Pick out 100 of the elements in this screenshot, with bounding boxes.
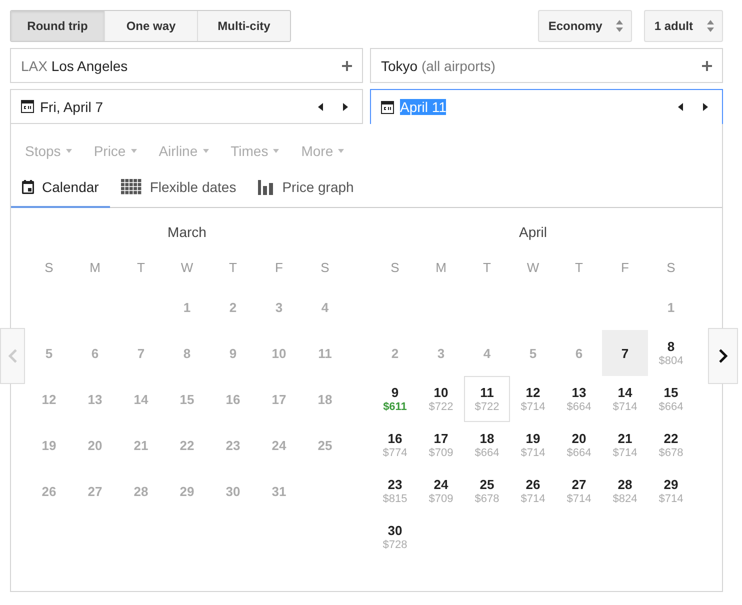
- date-fare-cell[interactable]: 8 $804: [648, 330, 694, 376]
- day-number: 1: [667, 300, 675, 314]
- weekday-label: T: [137, 260, 145, 274]
- date-fare-cell[interactable]: 16 $774: [372, 422, 418, 468]
- date-fare-cell[interactable]: 18 $664: [464, 422, 510, 468]
- day-number: 25: [318, 438, 332, 452]
- weekday-label: W: [180, 260, 194, 274]
- day-number: 6: [575, 346, 583, 360]
- date-fare-cell[interactable]: 22 $678: [648, 422, 694, 468]
- weekday-label: T: [229, 260, 237, 274]
- weekday-label: S: [390, 260, 400, 274]
- weekday-label: W: [526, 260, 540, 274]
- day-number: 29: [180, 484, 194, 498]
- date-fare-cell[interactable]: 19 $714: [510, 422, 556, 468]
- day-number: 18: [318, 392, 332, 406]
- plus-icon[interactable]: [702, 60, 712, 70]
- weekday-label: S: [44, 260, 54, 274]
- day-number: 31: [272, 484, 286, 498]
- day-number: 21: [134, 438, 148, 452]
- date-fare-cell[interactable]: 29 $714: [648, 468, 694, 514]
- day-number: 19: [42, 438, 56, 452]
- day-number: 22: [180, 438, 194, 452]
- view-tab[interactable]: Price graph: [247, 168, 365, 208]
- day-number: 15: [180, 392, 194, 406]
- date-fare-cell[interactable]: 23 $815: [372, 468, 418, 514]
- destination-field[interactable]: Tokyo (all airports): [370, 48, 723, 83]
- date-fare-cell[interactable]: 27 $714: [556, 468, 602, 514]
- date-fare-cell[interactable]: 30 $728: [372, 514, 418, 560]
- day-number: 14: [134, 392, 148, 406]
- departure-date-cell[interactable]: 7: [602, 330, 648, 376]
- day-number: 13: [88, 392, 102, 406]
- date-fare-cell[interactable]: 12 $714: [510, 376, 556, 422]
- weekday-label: F: [621, 260, 629, 274]
- date-fare-cell[interactable]: 24 $709: [418, 468, 464, 514]
- view-tab[interactable]: Flexible dates: [110, 168, 248, 208]
- day-number: 16: [226, 392, 240, 406]
- weekday-label: T: [575, 260, 583, 274]
- day-number: 10: [272, 346, 286, 360]
- up-down-arrows-icon: [616, 20, 624, 32]
- weekday-label: F: [275, 260, 283, 274]
- date-fare-cell[interactable]: 20 $664: [556, 422, 602, 468]
- day-number: 11: [318, 346, 332, 360]
- day-number: 17: [272, 392, 286, 406]
- date-fare-cell[interactable]: 21 $714: [602, 422, 648, 468]
- cabin-class-dropdown[interactable]: Economy: [538, 10, 632, 42]
- date-fare-cell[interactable]: 10 $722: [418, 376, 464, 422]
- calendar-icon: [21, 100, 34, 113]
- passengers-dropdown[interactable]: 1 adult: [644, 10, 723, 42]
- date-fare-cell[interactable]: 15 $664: [648, 376, 694, 422]
- bar-chart-icon: [258, 180, 274, 194]
- day-number: 20: [88, 438, 102, 452]
- month-title: March: [166, 224, 208, 242]
- day-number: 2: [229, 300, 237, 314]
- next-month-button[interactable]: [708, 328, 738, 384]
- calendar-icon: [381, 100, 394, 114]
- day-number: 3: [437, 346, 445, 360]
- trip-type-tab[interactable]: Multi-city: [197, 11, 290, 41]
- day-number: 4: [321, 300, 329, 314]
- day-number: 1: [183, 300, 191, 314]
- weekday-label: S: [320, 260, 330, 274]
- date-fare-cell[interactable]: 28 $824: [602, 468, 648, 514]
- chevron-left-icon: [8, 349, 17, 363]
- right-arrow-icon[interactable]: [342, 102, 348, 110]
- day-number: 4: [483, 346, 491, 360]
- origin-field[interactable]: LAX Los Angeles: [10, 48, 363, 83]
- left-arrow-icon[interactable]: [678, 103, 684, 111]
- date-fare-cell[interactable]: 26 $714: [510, 468, 556, 514]
- return-date-cell[interactable]: 11 $722: [464, 376, 510, 422]
- day-number: 8: [183, 346, 191, 360]
- trip-type-tab[interactable]: Round trip: [11, 11, 104, 41]
- right-arrow-icon[interactable]: [702, 103, 708, 111]
- weekday-label: T: [483, 260, 491, 274]
- day-number: 5: [529, 346, 537, 360]
- up-down-arrows-icon: [707, 20, 714, 32]
- day-number: 9: [229, 346, 237, 360]
- day-number: 6: [91, 346, 99, 360]
- date-fare-cell[interactable]: 25 $678: [464, 468, 510, 514]
- date-fare-cell[interactable]: 14 $714: [602, 376, 648, 422]
- date-fare-cell[interactable]: 17 $709: [418, 422, 464, 468]
- day-number: 24: [272, 438, 286, 452]
- left-arrow-icon[interactable]: [318, 102, 324, 110]
- day-number: 7: [137, 346, 145, 360]
- plus-icon[interactable]: [342, 60, 352, 70]
- day-number: 23: [226, 438, 240, 452]
- day-number: 26: [42, 484, 56, 498]
- day-number: 5: [45, 346, 53, 360]
- view-tab[interactable]: Calendar: [11, 168, 110, 208]
- day-number: 2: [391, 346, 399, 360]
- calendar-icon: [22, 180, 34, 194]
- date-fare-cell[interactable]: 9 $611: [372, 376, 418, 422]
- day-number: 27: [88, 484, 102, 498]
- weekday-label: M: [436, 260, 446, 274]
- grid-icon: [120, 179, 142, 195]
- day-number: 12: [42, 392, 56, 406]
- chevron-right-icon: [718, 349, 728, 363]
- day-number: 28: [134, 484, 148, 498]
- day-number: 30: [226, 484, 240, 498]
- trip-type-tab[interactable]: One way: [104, 11, 197, 41]
- departure-date-field[interactable]: Fri, April 7: [10, 89, 363, 124]
- date-fare-cell[interactable]: 13 $664: [556, 376, 602, 422]
